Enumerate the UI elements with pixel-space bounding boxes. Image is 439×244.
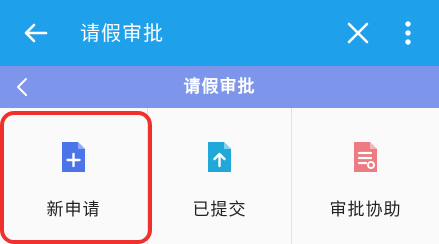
approval-assist-tile[interactable]: 审批协助 — [292, 108, 439, 244]
upload-document-icon — [208, 142, 231, 172]
new-document-icon — [62, 142, 85, 172]
page-header: 请假审批 — [0, 66, 439, 108]
tile-label-submitted: 已提交 — [192, 200, 247, 220]
page-title: 请假审批 — [183, 77, 256, 97]
tile-label-approval-assist: 审批协助 — [329, 200, 402, 220]
tile-label-new: 新申请 — [46, 200, 101, 220]
approval-document-icon — [354, 142, 377, 172]
new-application-tile[interactable]: 新申请 — [0, 108, 147, 244]
close-icon[interactable] — [344, 19, 372, 47]
function-grid: 新申请 已提交 审批协助 — [0, 108, 439, 244]
app-bar: 请假审批 — [0, 0, 439, 66]
more-vertical-icon[interactable] — [398, 19, 418, 47]
arrow-left-icon[interactable] — [22, 19, 50, 47]
window-title: 请假审批 — [80, 21, 164, 45]
submitted-tile[interactable]: 已提交 — [148, 108, 291, 244]
